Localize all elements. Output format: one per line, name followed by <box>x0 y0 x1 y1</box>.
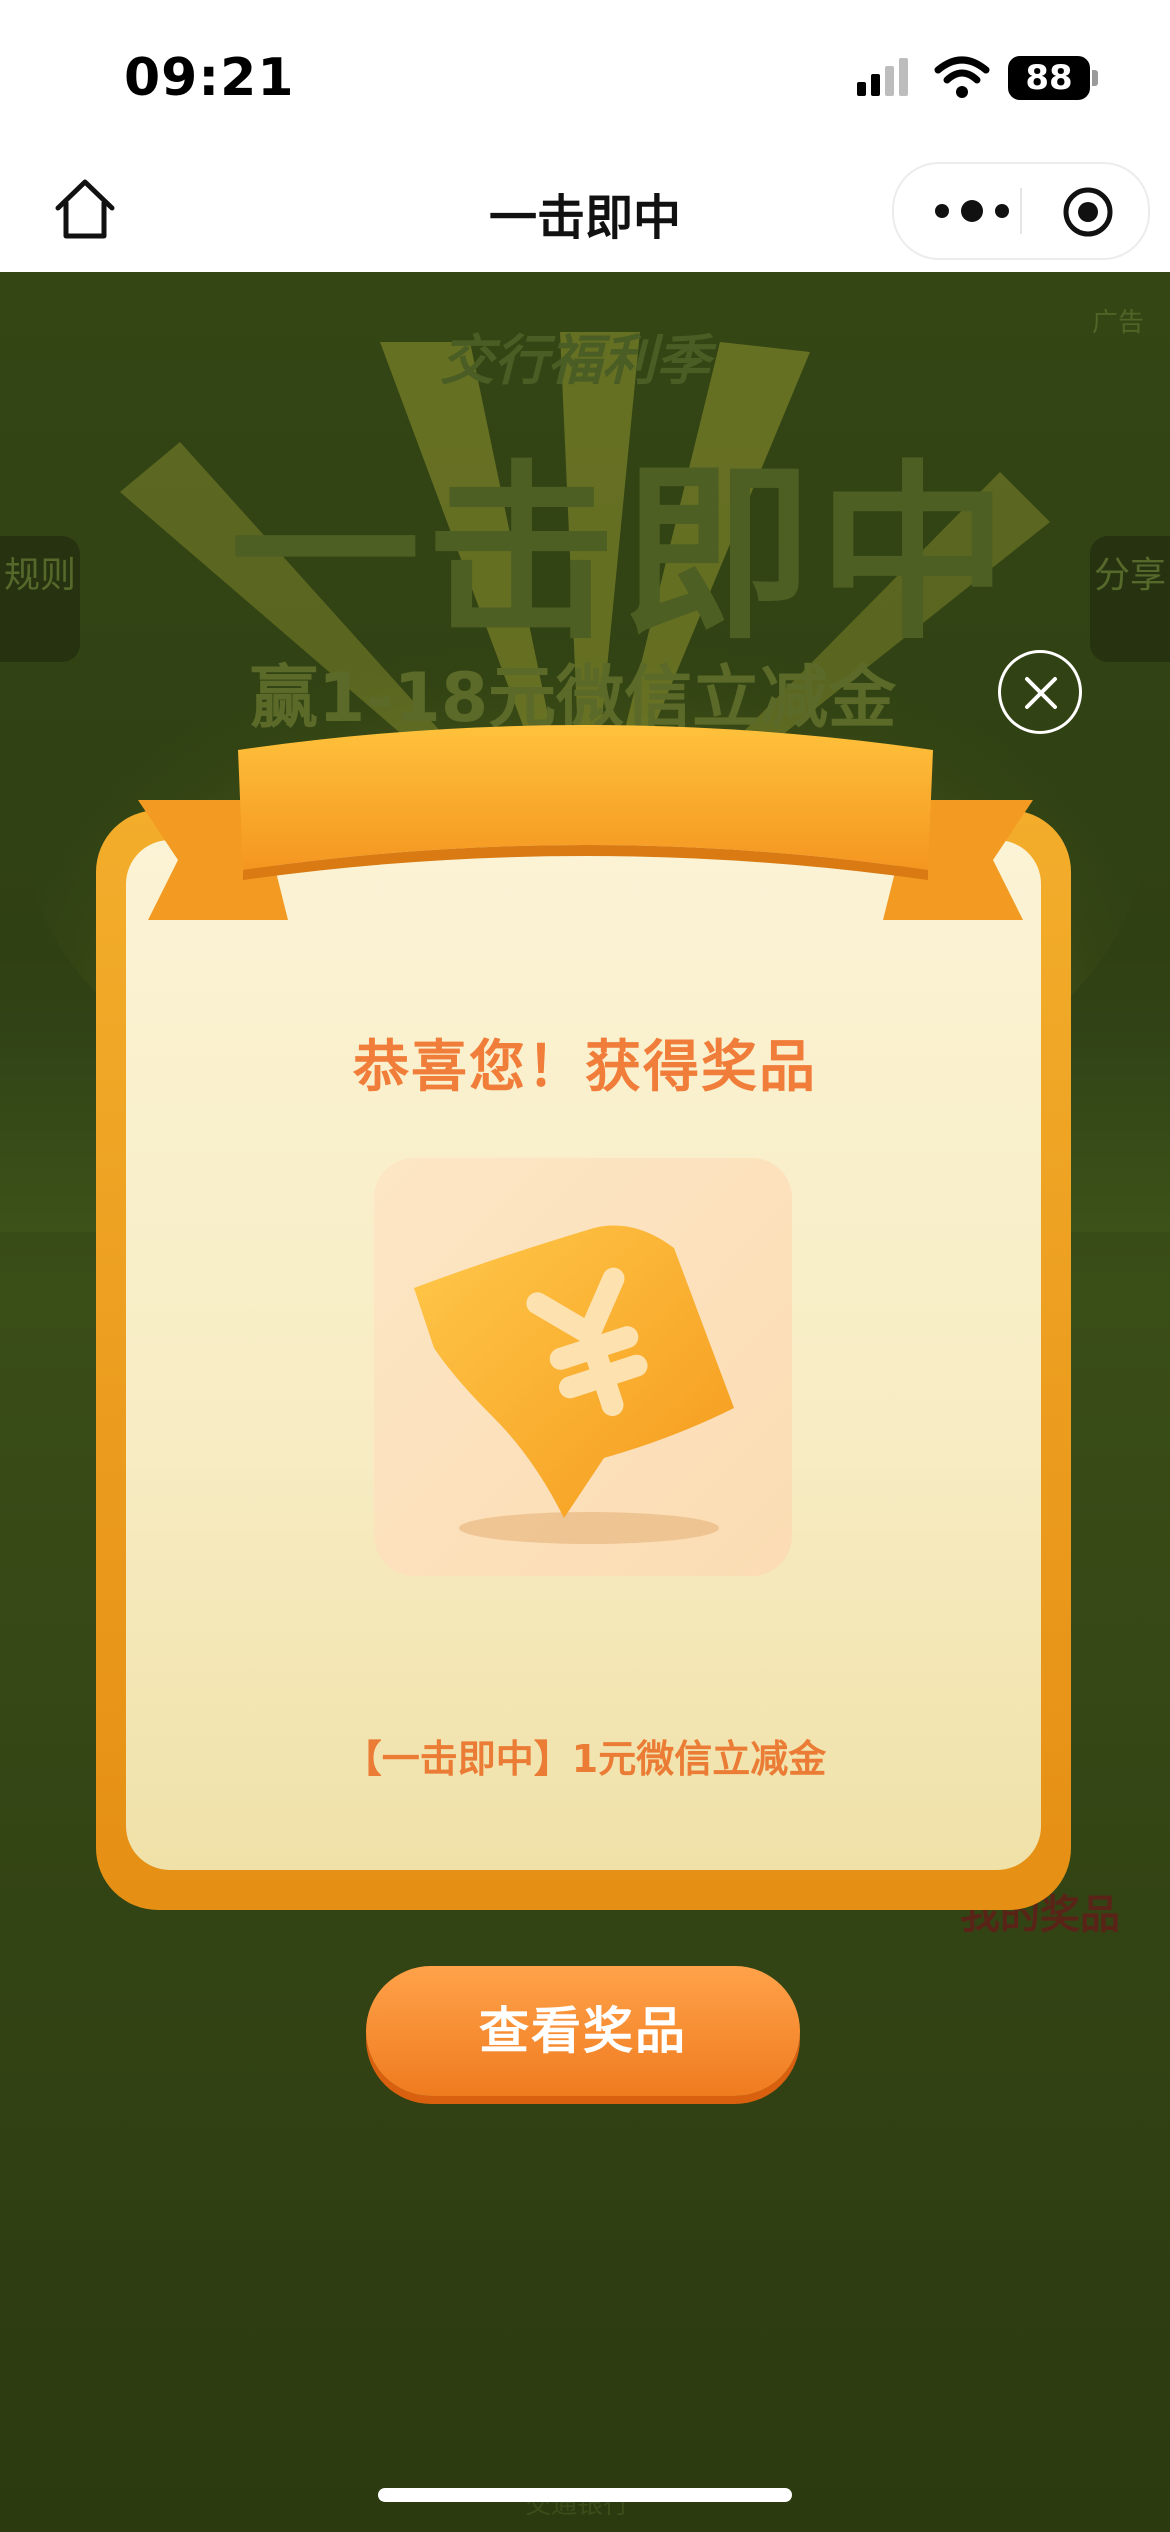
cellular-signal-icon <box>857 58 908 96</box>
battery-tip <box>1092 70 1098 86</box>
nav-bar: 一击即中 <box>0 150 1170 272</box>
prize-image-box <box>374 1158 792 1576</box>
more-icon[interactable] <box>928 194 1048 228</box>
prize-name: 【一击即中】1元微信立减金 <box>343 1737 827 1781</box>
game-title: 一击即中 <box>230 444 1015 665</box>
status-bar: 09:21 88 <box>0 0 1170 150</box>
view-prize-button[interactable]: 查看奖品 <box>366 1966 800 2096</box>
coupon-ticket-icon <box>414 1225 734 1544</box>
share-tab[interactable]: 分享 <box>1090 536 1170 662</box>
mini-program-capsule <box>892 162 1150 260</box>
wifi-icon <box>934 56 990 98</box>
battery-indicator: 88 <box>1008 56 1090 100</box>
ad-tag: 广告 <box>1092 308 1145 338</box>
brand-logo: 交行福利季 <box>440 329 710 392</box>
close-icon <box>1025 677 1057 709</box>
capsule-divider <box>1020 188 1022 234</box>
rules-tab[interactable]: 规则 <box>0 536 80 662</box>
close-miniprogram-icon[interactable] <box>1062 186 1114 238</box>
congrats-heading: 恭喜您！获得奖品 <box>353 1035 817 1100</box>
ribbon-banner <box>138 725 1033 920</box>
home-indicator <box>378 2488 792 2502</box>
status-time: 09:21 <box>124 48 295 108</box>
